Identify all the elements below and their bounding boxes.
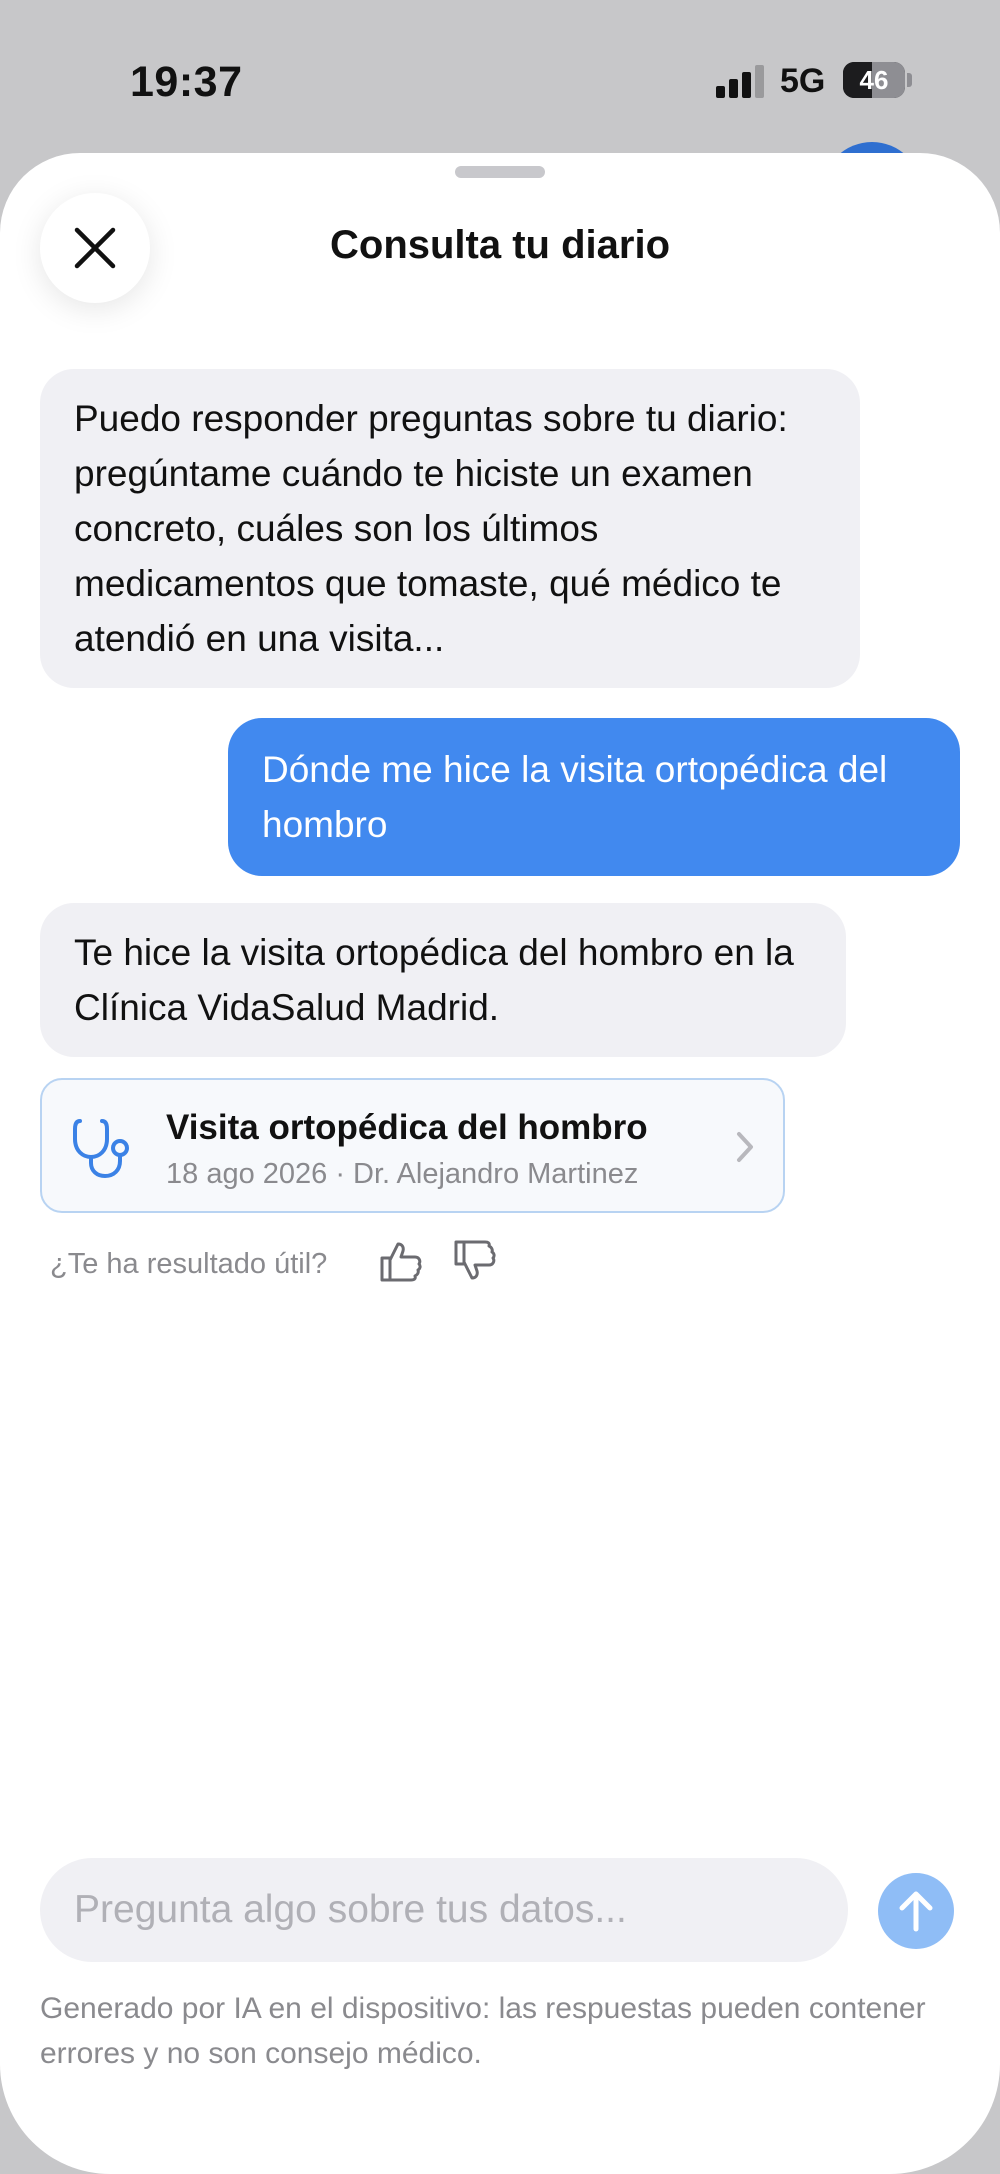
assistant-message: Te hice la visita ortopédica del hombro … xyxy=(40,903,846,1057)
user-message: Dónde me hice la visita ortopédica del h… xyxy=(228,718,960,876)
battery-cap xyxy=(907,73,912,87)
status-bar: 19:37 5G 46 xyxy=(0,0,1000,150)
journal-query-sheet: Consulta tu diario Puedo responder pregu… xyxy=(0,153,1000,2174)
sheet-grabber[interactable] xyxy=(455,166,545,178)
record-card[interactable]: Visita ortopédica del hombro 18 ago 2026… xyxy=(40,1078,785,1213)
stethoscope-icon xyxy=(73,1119,129,1179)
thumbs-down-icon[interactable] xyxy=(452,1238,498,1284)
network-type: 5G xyxy=(780,62,826,100)
sheet-title: Consulta tu diario xyxy=(330,223,670,267)
record-title: Visita ortopédica del hombro xyxy=(166,1108,648,1147)
arrow-up-icon xyxy=(899,1891,933,1932)
thumbs-up-icon[interactable] xyxy=(378,1238,424,1284)
feedback-label: ¿Te ha resultado útil? xyxy=(50,1248,328,1280)
cellular-signal-icon xyxy=(716,64,766,98)
battery-icon: 46 xyxy=(843,62,905,98)
record-subtitle: 18 ago 2026 · Dr. Alejandro Martinez xyxy=(166,1158,639,1190)
status-time: 19:37 xyxy=(130,58,243,106)
assistant-message: Puedo responder preguntas sobre tu diari… xyxy=(40,369,860,688)
question-input[interactable] xyxy=(40,1858,848,1962)
chevron-right-icon xyxy=(737,1132,753,1162)
battery-level: 46 xyxy=(859,65,889,95)
send-button[interactable] xyxy=(878,1873,954,1949)
ai-disclaimer: Generado por IA en el dispositivo: las r… xyxy=(40,1992,926,2070)
